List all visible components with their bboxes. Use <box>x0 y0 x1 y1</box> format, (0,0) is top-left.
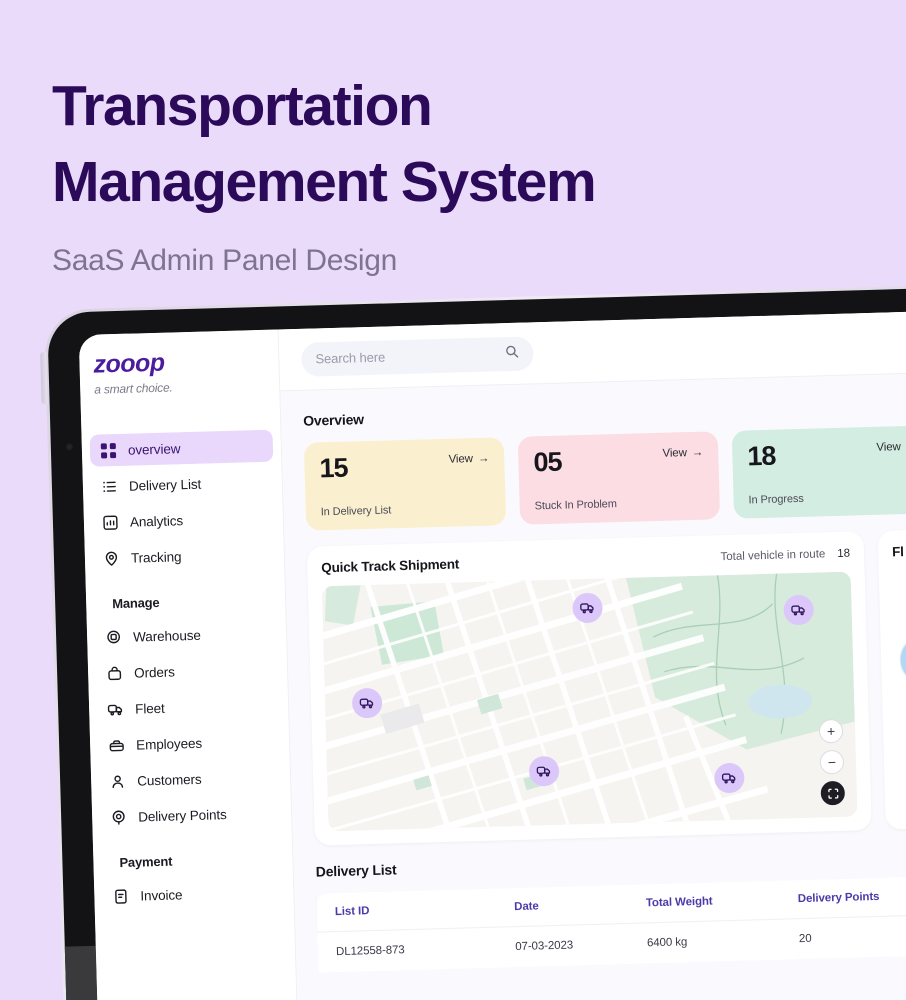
panels-row: Quick Track Shipment Total vehicle in ro… <box>306 528 906 846</box>
view-label: View <box>876 441 901 454</box>
view-label: View <box>448 453 474 466</box>
sidebar-item-label: overview <box>127 440 181 458</box>
sidebar-item-label: Analytics <box>129 512 184 530</box>
map-card-header: Quick Track Shipment Total vehicle in ro… <box>321 546 850 576</box>
arrow-right-icon: → <box>477 452 490 465</box>
stat-label: Stuck In Problem <box>534 498 617 513</box>
sidebar-item-label: Customers <box>136 771 202 789</box>
sidebar-section-payment: Payment <box>119 853 173 871</box>
map-card-meta: Total vehicle in route 18 <box>720 547 850 563</box>
sidebar-item-customers[interactable]: Customers <box>99 761 283 798</box>
brand-block: zooop a smart choice. <box>79 345 279 397</box>
sidebar-item-label: Delivery List <box>128 476 202 494</box>
sidebar-item-fleet[interactable]: Fleet <box>97 689 281 726</box>
logo-tagline: a smart choice. <box>94 380 173 397</box>
search-placeholder: Search here <box>315 349 386 367</box>
cell-date: 07-03-2023 <box>514 922 648 968</box>
stat-card-in-delivery-list[interactable]: 15 In Delivery List View → <box>303 437 507 531</box>
column-header-delivery-points[interactable]: Delivery Points <box>797 874 906 919</box>
map-controls: + − <box>818 718 846 806</box>
delivery-list-table: List ID Date Total Weight Delivery Point… <box>316 874 906 973</box>
fleet-donut-chart <box>893 584 906 736</box>
stat-label: In Progress <box>748 492 804 507</box>
tablet-device-mockup: zooop a smart choice. overview Delivery … <box>40 283 906 1000</box>
sidebar-item-delivery-points[interactable]: Delivery Points <box>100 797 284 834</box>
dashboard-content: Overview 15 In Delivery List View → 05 S… <box>280 372 906 1000</box>
sidebar-item-warehouse[interactable]: Warehouse <box>95 617 279 654</box>
view-label: View <box>662 447 688 460</box>
page-title: Transportation Management System <box>52 74 597 214</box>
grid-icon <box>100 442 117 459</box>
sidebar-item-invoice[interactable]: Invoice <box>102 875 286 912</box>
total-vehicle-label: Total vehicle in route <box>720 547 826 563</box>
sidebar-item-label: Fleet <box>134 700 165 717</box>
column-header-date[interactable]: Date <box>513 884 647 927</box>
stat-card-stuck-in-problem[interactable]: 05 Stuck In Problem View → <box>517 431 721 525</box>
view-link[interactable]: View → <box>876 441 906 454</box>
fleet-card: Fl <box>877 528 906 830</box>
delivery-list-section: Delivery List List ID Date Total Weight … <box>315 845 906 973</box>
sidebar-item-label: Tracking <box>130 548 182 566</box>
sidebar-item-label: Orders <box>133 663 176 681</box>
warehouse-pin-icon <box>105 628 122 645</box>
map-card-title: Quick Track Shipment <box>321 556 460 576</box>
map-zoom-out-button[interactable]: − <box>819 749 845 775</box>
sidebar-item-label: Warehouse <box>132 627 201 645</box>
sidebar-item-label: Invoice <box>140 886 183 904</box>
bag-icon <box>106 664 123 681</box>
fleet-card-title: Fl <box>891 544 904 560</box>
sidebar: zooop a smart choice. overview Delivery … <box>78 329 299 1000</box>
map-canvas[interactable]: + − <box>321 571 858 832</box>
delivery-point-icon <box>110 808 127 825</box>
arrow-right-icon: → <box>691 446 704 459</box>
hero-section: Transportation Management System SaaS Ad… <box>52 68 832 278</box>
front-camera <box>64 442 74 452</box>
total-vehicle-value: 18 <box>837 547 851 560</box>
cell-total-weight: 6400 kg <box>646 918 800 964</box>
user-icon <box>109 772 126 789</box>
truck-icon <box>107 700 124 717</box>
location-pin-icon <box>103 549 120 566</box>
overview-title: Overview <box>302 411 365 429</box>
main-area: Search here Overview 15 In Delivery List… <box>278 310 906 1000</box>
sidebar-item-tracking[interactable]: Tracking <box>93 538 277 575</box>
logo-text: zooop <box>93 348 166 379</box>
page-subtitle: SaaS Admin Panel Design <box>52 244 397 277</box>
briefcase-icon <box>108 736 125 753</box>
map-recenter-button[interactable] <box>820 780 846 806</box>
sidebar-item-delivery-list[interactable]: Delivery List <box>91 466 275 503</box>
app-screen: zooop a smart choice. overview Delivery … <box>78 310 906 1000</box>
overview-cards: 15 In Delivery List View → 05 Stuck In P… <box>303 424 906 531</box>
stat-card-in-progress[interactable]: 18 In Progress View → <box>731 425 906 519</box>
search-icon[interactable] <box>504 343 520 363</box>
invoice-icon <box>112 887 129 904</box>
view-link[interactable]: View → <box>448 453 489 466</box>
map-zoom-in-button[interactable]: + <box>818 718 844 744</box>
column-header-list-id[interactable]: List ID <box>316 888 515 933</box>
sidebar-section-manage: Manage <box>112 594 160 612</box>
sidebar-item-label: Employees <box>135 735 203 753</box>
column-header-total-weight[interactable]: Total Weight <box>645 880 799 923</box>
delivery-list-title: Delivery List <box>315 861 397 880</box>
chart-bar-icon <box>102 513 119 530</box>
sidebar-item-employees[interactable]: Employees <box>98 725 282 762</box>
sidebar-item-orders[interactable]: Orders <box>96 653 280 690</box>
page-root: Transportation Management System SaaS Ad… <box>0 0 906 1000</box>
sidebar-item-label: Delivery Points <box>137 806 227 825</box>
list-icon <box>101 478 118 495</box>
sidebar-nav: overview Delivery List Analytics Trackin… <box>82 429 294 912</box>
search-input[interactable]: Search here <box>301 335 534 377</box>
stat-label: In Delivery List <box>320 504 392 519</box>
cell-list-id: DL12558-873 <box>317 926 516 973</box>
sidebar-item-overview[interactable]: overview <box>89 429 274 467</box>
quick-track-shipment-card: Quick Track Shipment Total vehicle in ro… <box>306 531 872 846</box>
cell-delivery-points: 20 <box>798 913 906 960</box>
view-link[interactable]: View → <box>662 447 703 460</box>
sidebar-item-analytics[interactable]: Analytics <box>92 502 276 539</box>
